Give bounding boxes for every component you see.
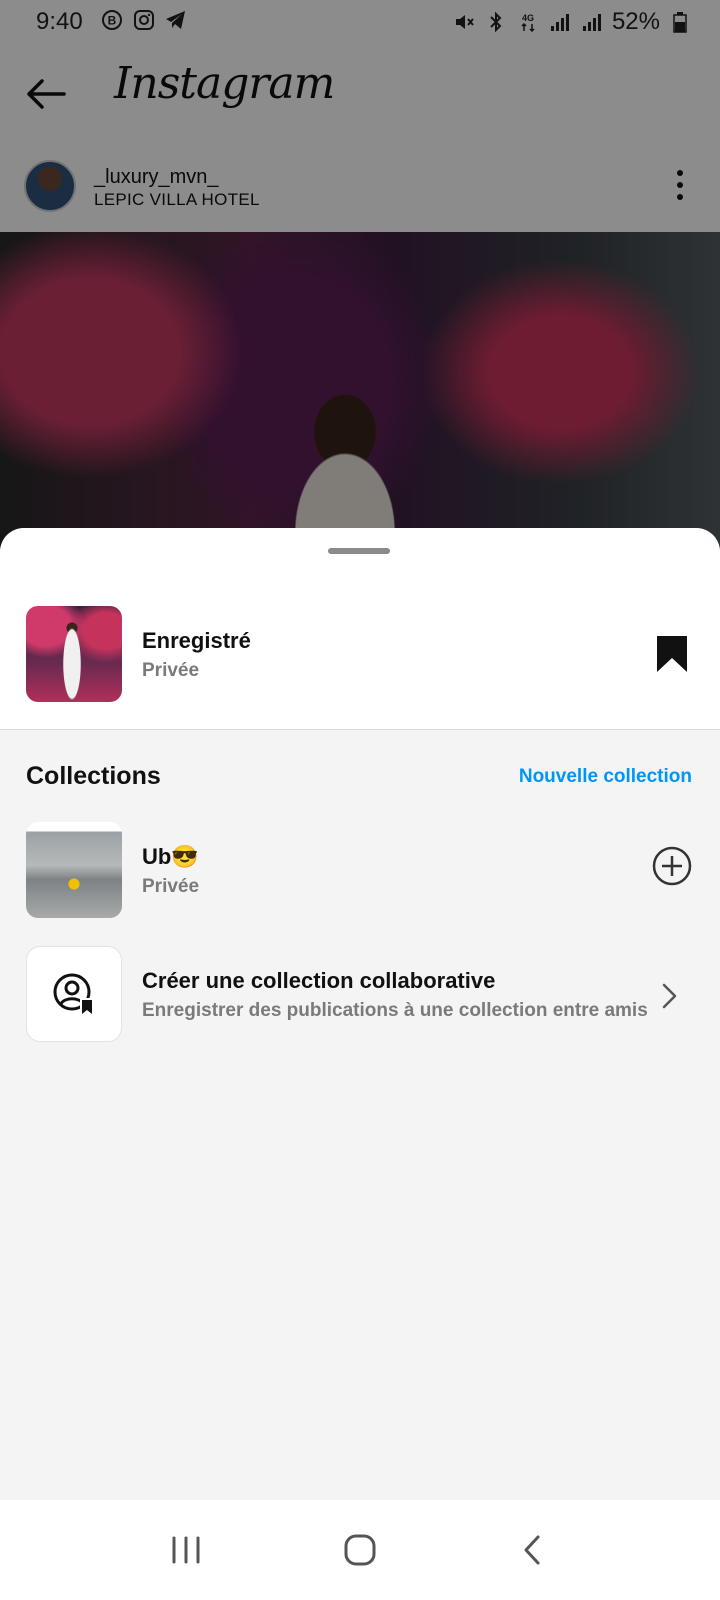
recent-apps-icon[interactable] [164, 1530, 208, 1570]
bookmark-filled-icon[interactable] [654, 634, 690, 674]
collab-title: Créer une collection collaborative [142, 968, 496, 993]
background-app: 9:40 B 4G 52% Instagram _luxury_mvn_ LEP… [0, 0, 720, 560]
add-circle-icon[interactable] [652, 846, 692, 886]
new-collection-button[interactable]: Nouvelle collection [519, 766, 692, 788]
saved-thumbnail [26, 606, 122, 702]
collection-title: Ub😎 [142, 844, 199, 869]
collections-heading: Collections [26, 762, 161, 790]
system-nav-bar [0, 1500, 720, 1600]
collab-collection-icon [26, 946, 122, 1042]
back-nav-icon[interactable] [510, 1530, 554, 1570]
saved-section: Enregistré Privée [0, 528, 720, 730]
dim-overlay[interactable] [0, 0, 720, 560]
collection-item[interactable]: Ub😎 Privée [0, 822, 720, 922]
create-collab-collection-row[interactable]: Créer une collection collaborative Enreg… [0, 946, 720, 1046]
collection-thumbnail [26, 822, 122, 918]
collection-privacy: Privée [142, 876, 200, 897]
saved-privacy: Privée [142, 660, 200, 681]
collab-subtitle: Enregistrer des publications à une colle… [142, 1000, 648, 1021]
home-icon[interactable] [338, 1530, 382, 1570]
saved-title: Enregistré [142, 628, 251, 653]
chevron-right-icon [660, 982, 680, 1010]
save-bottom-sheet: Enregistré Privée Collections Nouvelle c… [0, 528, 720, 1500]
drag-handle[interactable] [328, 548, 390, 554]
